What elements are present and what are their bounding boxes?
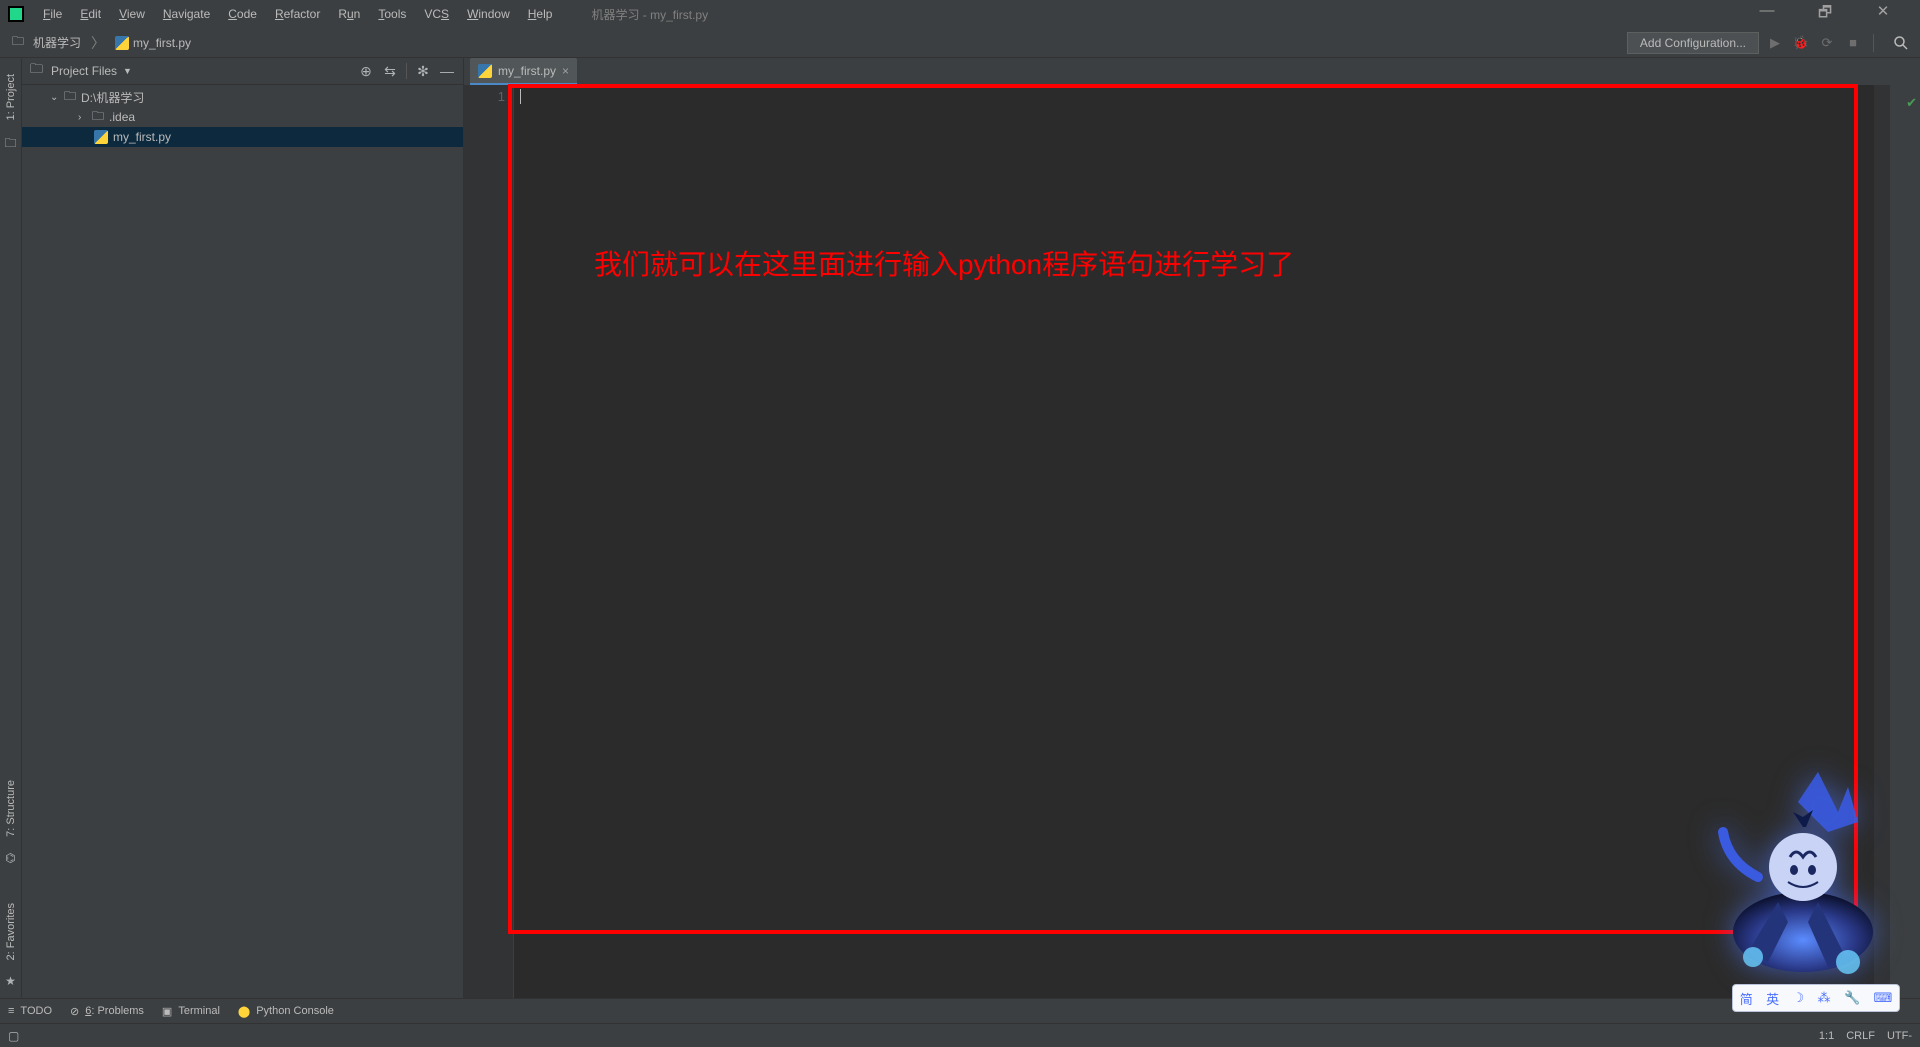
menu-view[interactable]: View: [110, 0, 154, 28]
star-icon: ★: [5, 974, 16, 988]
coverage-icon[interactable]: ⟳: [1817, 33, 1837, 53]
chevron-right-icon: 〉: [91, 33, 105, 53]
folder-icon: 🗀: [4, 134, 16, 155]
python-file-icon: [115, 36, 129, 50]
menu-tools[interactable]: Tools: [369, 0, 415, 28]
navbar: 🗀 机器学习 〉 my_first.py Add Configuration..…: [0, 28, 1920, 58]
tree-root[interactable]: ⌄ 🗀 D:\机器学习: [22, 87, 463, 107]
menu-run[interactable]: Run: [329, 0, 369, 28]
breadcrumb-project[interactable]: 🗀 机器学习: [8, 32, 85, 53]
gutter-structure-tab[interactable]: 7: Structure: [3, 770, 19, 847]
breadcrumb-file[interactable]: my_first.py: [111, 36, 195, 50]
right-marker-column: [1874, 85, 1890, 998]
wrench-icon[interactable]: 🔧: [1844, 990, 1860, 1006]
menu-edit[interactable]: Edit: [71, 0, 110, 28]
project-panel-header: 🗀 Project Files ▼ ⊕ ⇆ ✻ —: [22, 58, 463, 85]
folder-icon: 🗀: [64, 87, 76, 108]
status-bar: ▢ 1:1 CRLF UTF-: [0, 1023, 1920, 1047]
folder-icon: 🗀: [30, 60, 43, 82]
tree-file[interactable]: my_first.py: [22, 127, 463, 147]
check-icon: ✔: [1906, 95, 1917, 111]
text-cursor: [520, 89, 521, 104]
run-icon[interactable]: ▶: [1765, 33, 1785, 53]
gutter-favorites-tab[interactable]: 2: Favorites: [3, 893, 19, 970]
structure-icon: ⌬: [5, 851, 15, 865]
chevron-down-icon: ▼: [123, 66, 132, 76]
project-tree: ⌄ 🗀 D:\机器学习 › 🗀 .idea my_first.py: [22, 85, 463, 149]
chevron-down-icon: ⌄: [50, 92, 64, 103]
bottom-tool-bar: ≡TODO ⊘6: Problems ▣Terminal ⬤Python Con…: [0, 998, 1920, 1023]
menubar: File Edit View Navigate Code Refactor Ru…: [0, 0, 1920, 28]
left-tool-gutter: 1: Project 🗀 7: Structure ⌬ 2: Favorites…: [0, 58, 22, 998]
separator: [1873, 34, 1874, 52]
menu-navigate[interactable]: Navigate: [154, 0, 219, 28]
line-separator[interactable]: CRLF: [1846, 1030, 1875, 1042]
menu-window[interactable]: Window: [458, 0, 519, 28]
problems-tab[interactable]: ⊘6: Problems: [70, 1005, 144, 1018]
menu-vcs[interactable]: VCS: [415, 0, 458, 28]
menu-refactor[interactable]: Refactor: [266, 0, 329, 28]
minimize-button[interactable]: —: [1752, 2, 1782, 27]
app-icon: [8, 6, 24, 22]
todo-tab[interactable]: ≡TODO: [8, 1005, 52, 1017]
folder-icon: 🗀: [92, 107, 104, 128]
annotation-text: 我们就可以在这里面进行输入python程序语句进行学习了: [594, 243, 1294, 283]
editor[interactable]: 1 我们就可以在这里面进行输入python程序语句进行学习了 ✔: [464, 85, 1920, 998]
chevron-right-icon: ›: [78, 112, 92, 123]
add-configuration-button[interactable]: Add Configuration...: [1627, 32, 1759, 54]
python-console-tab[interactable]: ⬤Python Console: [238, 1005, 334, 1018]
tool-windows-icon[interactable]: ▢: [8, 1029, 19, 1043]
editor-tab-bar: my_first.py ×: [464, 58, 1920, 85]
ime-mode[interactable]: 英: [1766, 989, 1779, 1008]
tab-label: my_first.py: [498, 64, 556, 78]
hide-icon[interactable]: —: [439, 63, 455, 79]
close-icon[interactable]: ×: [562, 64, 569, 78]
ime-bar[interactable]: 简 英 ☽ ⁂ 🔧 ⌨: [1732, 984, 1900, 1012]
line-number-gutter: 1: [464, 85, 514, 998]
close-button[interactable]: ✕: [1868, 2, 1898, 27]
cursor-position[interactable]: 1:1: [1819, 1030, 1834, 1042]
debug-icon[interactable]: 🐞: [1791, 33, 1811, 53]
ime-lang[interactable]: 简: [1740, 989, 1753, 1008]
folder-icon: 🗀: [12, 32, 24, 53]
project-panel: 🗀 Project Files ▼ ⊕ ⇆ ✻ — ⌄ 🗀 D:\机器学习 › …: [22, 58, 464, 998]
editor-tab[interactable]: my_first.py ×: [470, 58, 577, 85]
menu-code[interactable]: Code: [219, 0, 266, 28]
locate-icon[interactable]: ⊕: [358, 63, 374, 80]
python-file-icon: [478, 64, 492, 78]
moon-icon[interactable]: ☽: [1793, 990, 1805, 1006]
annotation-box: [508, 84, 1858, 934]
search-icon[interactable]: [1890, 33, 1912, 53]
maximize-button[interactable]: 🗗: [1810, 2, 1840, 27]
keyboard-icon[interactable]: ⌨: [1874, 990, 1893, 1006]
line-number: 1: [464, 89, 505, 104]
file-encoding[interactable]: UTF-: [1887, 1030, 1912, 1042]
terminal-tab[interactable]: ▣Terminal: [162, 1005, 220, 1018]
menu-file[interactable]: File: [34, 0, 71, 28]
editor-area: my_first.py × 1 我们就可以在这里面进行输入python程序语句进…: [464, 58, 1920, 998]
python-file-icon: [94, 130, 108, 144]
expand-all-icon[interactable]: ⇆: [382, 63, 398, 80]
editor-right-gutter: ✔: [1890, 85, 1920, 998]
emoji-icon[interactable]: ⁂: [1818, 990, 1831, 1006]
tree-idea-folder[interactable]: › 🗀 .idea: [22, 107, 463, 127]
code-area[interactable]: 我们就可以在这里面进行输入python程序语句进行学习了: [514, 85, 1874, 998]
window-title: 机器学习 - my_first.py: [591, 6, 708, 23]
settings-icon[interactable]: ✻: [415, 63, 431, 80]
gutter-project-tab[interactable]: 1: Project: [3, 64, 19, 130]
stop-icon[interactable]: ■: [1843, 33, 1863, 53]
project-view-selector[interactable]: Project Files: [51, 64, 117, 78]
breadcrumb: 🗀 机器学习 〉 my_first.py: [8, 32, 195, 53]
separator: [406, 63, 407, 79]
menu-help[interactable]: Help: [519, 0, 562, 28]
